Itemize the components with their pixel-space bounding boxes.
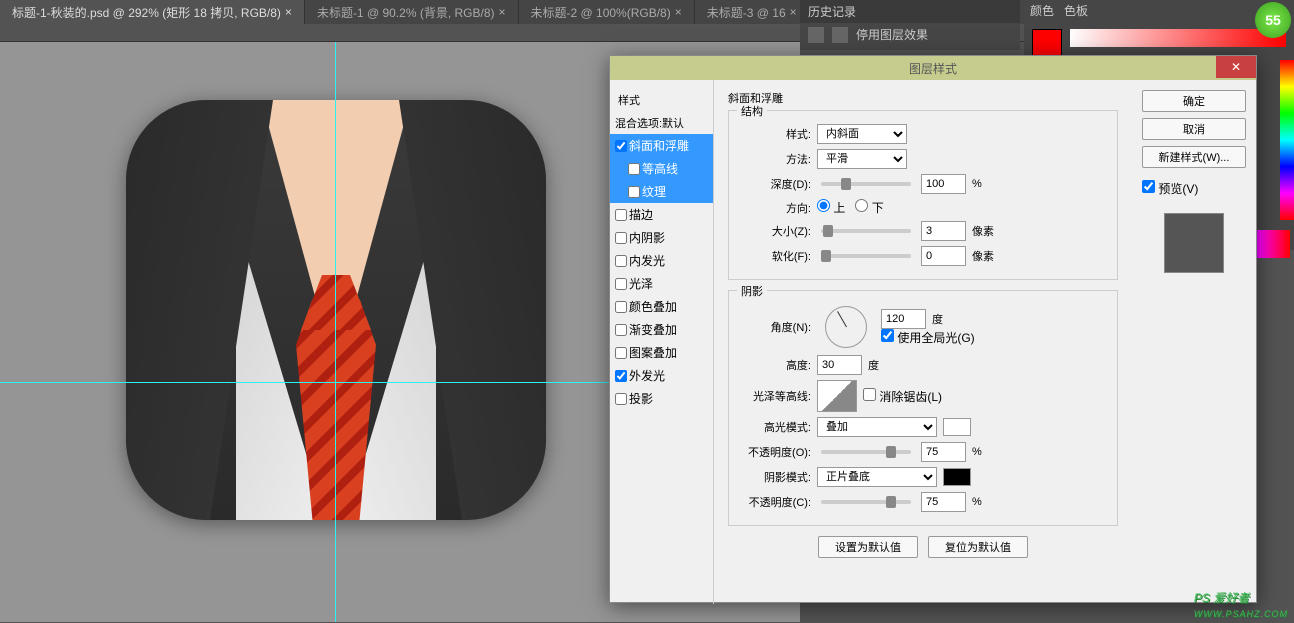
- style-item[interactable]: 内发光: [610, 249, 713, 272]
- dialog-titlebar[interactable]: 图层样式 ✕: [610, 56, 1256, 80]
- color-slider[interactable]: [1070, 29, 1286, 47]
- doc-tab-4[interactable]: 未标题-3 @ 16×: [695, 0, 810, 24]
- style-item[interactable]: 光泽: [610, 272, 713, 295]
- ok-button[interactable]: 确定: [1142, 90, 1246, 112]
- suit-icon-artwork: [126, 100, 546, 520]
- depth-input[interactable]: [921, 174, 966, 194]
- method-select[interactable]: 平滑: [817, 149, 907, 169]
- style-item[interactable]: 斜面和浮雕: [610, 134, 713, 157]
- blend-options[interactable]: 混合选项:默认: [610, 112, 713, 134]
- style-item[interactable]: 渐变叠加: [610, 318, 713, 341]
- direction-up[interactable]: 上: [817, 199, 845, 216]
- gloss-contour[interactable]: [817, 380, 857, 412]
- doc-tab-3[interactable]: 未标题-2 @ 100%(RGB/8)×: [519, 0, 695, 24]
- style-checkbox[interactable]: [615, 301, 627, 313]
- watermark: PS 爱好者 WWW.PSAHZ.COM: [1194, 582, 1288, 619]
- preview-thumbnail: [1164, 213, 1224, 273]
- preview-checkbox[interactable]: 预览(V): [1142, 180, 1246, 197]
- close-icon[interactable]: ×: [790, 5, 797, 19]
- cancel-button[interactable]: 取消: [1142, 118, 1246, 140]
- antialias-checkbox[interactable]: 消除锯齿(L): [863, 388, 942, 405]
- shadow-opacity-slider[interactable]: [821, 500, 911, 504]
- doc-tab-1[interactable]: 标题-1-秋装的.psd @ 292% (矩形 18 拷贝, RGB/8)×: [0, 0, 305, 24]
- size-input[interactable]: [921, 221, 966, 241]
- size-slider[interactable]: [821, 229, 911, 233]
- settings-panel: 斜面和浮雕 结构 样式:内斜面 方法:平滑 深度(D):% 方向: 上 下 大小…: [714, 80, 1132, 604]
- altitude-input[interactable]: [817, 355, 862, 375]
- new-style-button[interactable]: 新建样式(W)...: [1142, 146, 1246, 168]
- layer-style-dialog: 图层样式 ✕ 样式 混合选项:默认 斜面和浮雕等高线纹理描边内阴影内发光光泽颜色…: [609, 55, 1257, 603]
- soften-slider[interactable]: [821, 254, 911, 258]
- depth-slider[interactable]: [821, 182, 911, 186]
- angle-input[interactable]: [881, 309, 926, 329]
- shadow-mode-select[interactable]: 正片叠底: [817, 467, 937, 487]
- history-panel: 历史记录 停用图层效果: [800, 0, 1020, 50]
- style-item[interactable]: 纹理: [610, 180, 713, 203]
- style-item[interactable]: 外发光: [610, 364, 713, 387]
- direction-down[interactable]: 下: [855, 199, 883, 216]
- style-item[interactable]: 颜色叠加: [610, 295, 713, 318]
- shading-fieldset: 阴影 角度(N): 度 使用全局光(G) 高度:度 光泽等高线: 消除锯齿(L)…: [728, 290, 1118, 526]
- style-checkbox[interactable]: [615, 393, 627, 405]
- style-checkbox[interactable]: [615, 370, 627, 382]
- highlight-opacity-slider[interactable]: [821, 450, 911, 454]
- doc-tab-2[interactable]: 未标题-1 @ 90.2% (背景, RGB/8)×: [305, 0, 519, 24]
- shadow-color[interactable]: [943, 468, 971, 486]
- history-tab[interactable]: 历史记录: [800, 0, 1020, 23]
- style-item[interactable]: 图案叠加: [610, 341, 713, 364]
- hue-strip[interactable]: [1280, 60, 1294, 220]
- history-item[interactable]: 停用图层效果: [800, 23, 1020, 46]
- section-title: 斜面和浮雕: [728, 90, 1118, 106]
- reset-default-button[interactable]: 复位为默认值: [928, 536, 1028, 558]
- highlight-mode-select[interactable]: 叠加: [817, 417, 937, 437]
- style-checkbox[interactable]: [615, 209, 627, 221]
- style-checkbox[interactable]: [628, 163, 640, 175]
- style-item[interactable]: 投影: [610, 387, 713, 410]
- style-item[interactable]: 等高线: [610, 157, 713, 180]
- close-icon[interactable]: ×: [499, 5, 506, 19]
- style-checkbox[interactable]: [615, 324, 627, 336]
- close-icon[interactable]: ×: [675, 5, 682, 19]
- guide-vertical[interactable]: [335, 42, 336, 622]
- style-checkbox[interactable]: [615, 278, 627, 290]
- highlight-color[interactable]: [943, 418, 971, 436]
- style-checkbox[interactable]: [628, 186, 640, 198]
- style-select[interactable]: 内斜面: [817, 124, 907, 144]
- shadow-opacity-input[interactable]: [921, 492, 966, 512]
- style-checkbox[interactable]: [615, 232, 627, 244]
- style-item[interactable]: 内阴影: [610, 226, 713, 249]
- style-item[interactable]: 描边: [610, 203, 713, 226]
- badge: 55: [1255, 2, 1291, 38]
- set-default-button[interactable]: 设置为默认值: [818, 536, 918, 558]
- close-icon[interactable]: ×: [285, 5, 292, 19]
- layer-icon: [832, 27, 848, 43]
- styles-header: 样式: [610, 88, 713, 112]
- structure-fieldset: 结构 样式:内斜面 方法:平滑 深度(D):% 方向: 上 下 大小(Z):像素…: [728, 110, 1118, 280]
- style-checkbox[interactable]: [615, 347, 627, 359]
- styles-list: 样式 混合选项:默认 斜面和浮雕等高线纹理描边内阴影内发光光泽颜色叠加渐变叠加图…: [610, 80, 714, 604]
- color-tab[interactable]: 颜色: [1030, 2, 1054, 19]
- soften-input[interactable]: [921, 246, 966, 266]
- layer-icon: [808, 27, 824, 43]
- swatches-tab[interactable]: 色板: [1064, 2, 1088, 19]
- style-checkbox[interactable]: [615, 140, 627, 152]
- close-button[interactable]: ✕: [1216, 56, 1256, 78]
- style-checkbox[interactable]: [615, 255, 627, 267]
- angle-dial[interactable]: [825, 306, 867, 348]
- global-light-checkbox[interactable]: 使用全局光(G): [881, 331, 975, 345]
- dialog-buttons: 确定 取消 新建样式(W)... 预览(V): [1132, 80, 1256, 604]
- highlight-opacity-input[interactable]: [921, 442, 966, 462]
